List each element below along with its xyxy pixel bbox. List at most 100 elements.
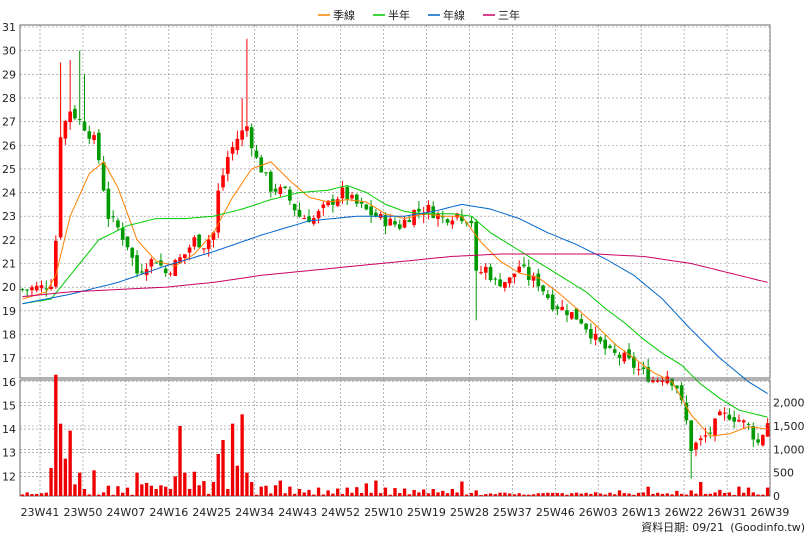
candle-body (436, 213, 440, 219)
volume-bar (503, 492, 507, 496)
candle-body (140, 271, 144, 273)
volume-bar (302, 492, 306, 496)
volume-bar (598, 493, 603, 496)
candle-body (737, 419, 741, 422)
candle-body (536, 273, 541, 287)
ma-line-0 (22, 161, 768, 437)
candle-body (240, 130, 244, 140)
candle-body (479, 272, 483, 274)
price-tick-label: 30 (2, 45, 16, 58)
x-tick-label: 26W39 (751, 506, 790, 519)
candle-body (445, 219, 450, 223)
volume-bar (751, 492, 755, 496)
volume-bar (450, 489, 454, 496)
legend-label: 半年 (388, 8, 410, 22)
volume-bar (312, 494, 316, 496)
volume-bar (593, 492, 598, 496)
volume-bar (527, 494, 531, 496)
x-tick-label: 24W43 (278, 506, 317, 519)
candle-body (488, 266, 493, 280)
volume-bar (192, 471, 197, 496)
candle-body (507, 277, 512, 284)
volume-bar (125, 487, 130, 496)
price-tick-label: 28 (2, 92, 16, 105)
volume-bar (441, 490, 445, 496)
volume-bar (230, 423, 235, 496)
price-tick-label: 16 (2, 376, 16, 389)
candle-body (130, 247, 135, 258)
candle-body (221, 175, 225, 188)
candle-body (345, 186, 350, 200)
candle-body (182, 254, 187, 258)
volume-bar (737, 486, 741, 496)
volume-bar (154, 489, 158, 496)
volume-bar (636, 492, 641, 496)
x-tick-label: 25W10 (364, 506, 403, 519)
x-tick-label: 24W07 (106, 506, 145, 519)
candle-body (30, 287, 34, 291)
volume-bar (140, 484, 144, 496)
candle-body (703, 435, 708, 437)
volume-bar (307, 489, 311, 496)
candle-body (612, 349, 617, 353)
volume-bar (651, 493, 655, 496)
volume-bar (498, 492, 502, 496)
volume-bar (493, 494, 497, 496)
volume-bar (106, 485, 111, 496)
candle-body (751, 426, 756, 440)
volume-bar (613, 494, 617, 496)
volume-bar (484, 494, 488, 496)
price-y-axis: 12 13 14 15 16 17 18 19 20 21 22 23 24 25 26 27 28 29 30 31 (2, 21, 16, 483)
volume-y-axis: 0 500 1,000 1,500 2,000 (773, 397, 805, 503)
legend-label: 三年 (498, 8, 520, 22)
candle-body (302, 218, 307, 220)
volume-bar (718, 489, 722, 496)
volume-bar (39, 493, 44, 496)
candle-body (20, 289, 25, 291)
volume-bar (254, 494, 259, 496)
volume-bar (202, 481, 206, 496)
candle-body (713, 418, 717, 437)
x-tick-label: 24W34 (235, 506, 274, 519)
candle-body (718, 411, 722, 416)
volume-bar (331, 493, 335, 496)
volume-bar (73, 484, 77, 496)
volume-bar (574, 492, 579, 496)
volume-bar (264, 485, 268, 496)
candle-body (608, 345, 612, 348)
volume-bar (197, 485, 201, 496)
volume-bar (703, 493, 708, 496)
candle-body (694, 442, 698, 450)
volume-bar (675, 490, 679, 496)
volume-bar (421, 489, 426, 496)
candle-body (82, 121, 87, 131)
candle-body (541, 285, 545, 292)
candle-body (741, 420, 746, 423)
candle-body (135, 255, 139, 274)
volume-bar (374, 480, 378, 496)
legend-label: 年線 (443, 8, 465, 22)
candle-body (393, 221, 397, 225)
candle-body (235, 138, 240, 151)
volume-bar (111, 494, 115, 496)
candle-body (369, 206, 373, 216)
volume-bar (293, 493, 297, 496)
candle-body (593, 333, 598, 340)
volume-bar (321, 494, 326, 496)
volume-bar (44, 492, 48, 496)
candle-body (555, 306, 560, 310)
price-tick-label: 31 (2, 21, 16, 34)
volume-bar (58, 423, 63, 496)
candle-body (512, 273, 517, 278)
x-tick-label: 23W41 (21, 506, 60, 519)
volume-bar (474, 490, 478, 496)
candle-body (168, 273, 173, 275)
volume-bar (259, 486, 263, 496)
candle-body (550, 294, 555, 310)
volume-bar (359, 492, 364, 496)
candle-body (417, 208, 421, 212)
volume-bar (417, 492, 421, 496)
volume-bar (608, 492, 612, 496)
volume-bar (168, 489, 173, 496)
candle-body (116, 220, 120, 228)
